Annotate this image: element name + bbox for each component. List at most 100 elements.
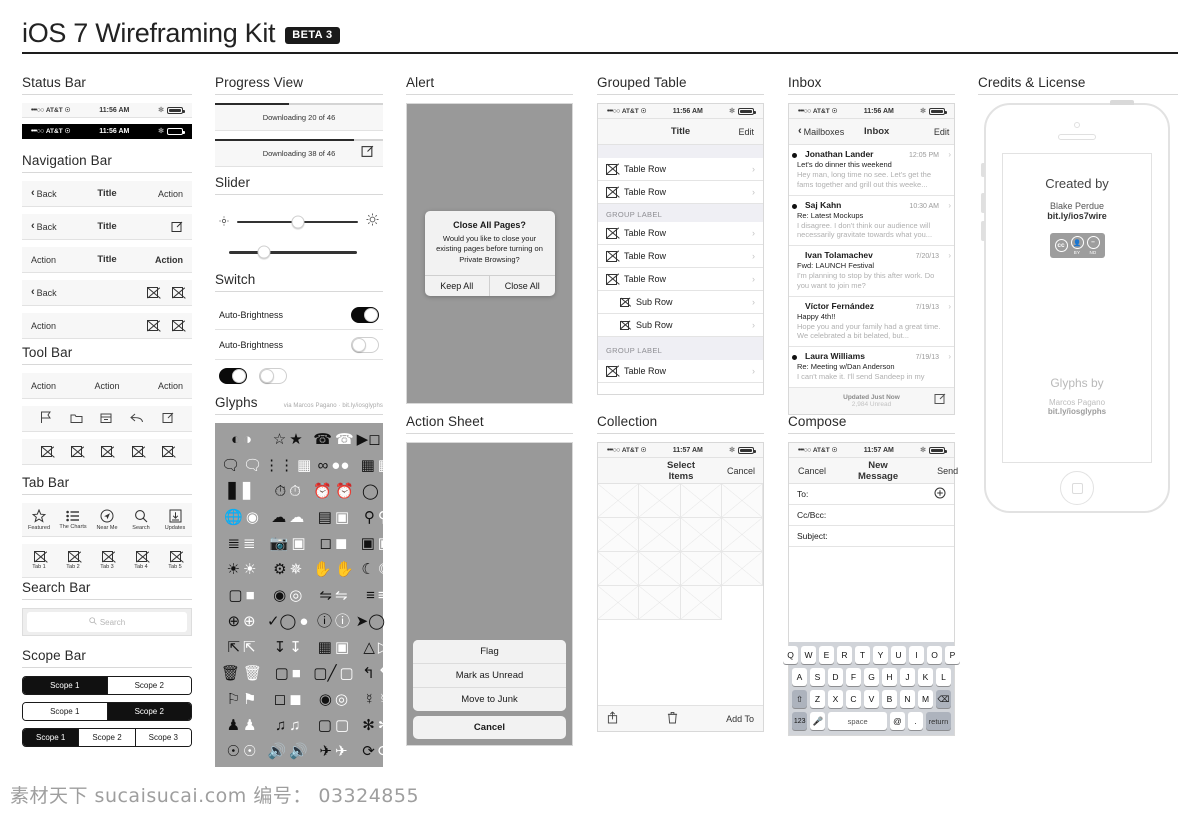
flag-icon[interactable]: ⚐ ⚑ xyxy=(221,688,262,710)
mark-as-unread-button[interactable]: Mark as Unread xyxy=(413,664,566,688)
table-row[interactable]: Table Row › xyxy=(598,158,763,181)
navbar[interactable]: Cancel New Message Send xyxy=(789,458,958,484)
collection-item[interactable] xyxy=(680,552,722,586)
slider-row-2[interactable] xyxy=(215,241,383,264)
action-button-left[interactable]: Action xyxy=(31,255,91,265)
toolbar-icons[interactable] xyxy=(22,406,192,432)
toolbar-action-3[interactable]: Action xyxy=(158,381,183,391)
microphone-icon[interactable]: ☿ ☿ xyxy=(356,688,397,710)
toolbar-action-2[interactable]: Action xyxy=(94,381,119,391)
document-icon[interactable]: ▢ ■ xyxy=(264,662,311,684)
key-a[interactable]: A xyxy=(792,668,807,686)
collection-item[interactable] xyxy=(680,586,722,620)
x-box-icon[interactable] xyxy=(40,446,52,457)
navbar-row-2[interactable]: ‹ Back Title xyxy=(22,214,192,240)
close-all-button[interactable]: Close All xyxy=(489,275,555,296)
key-return[interactable]: return xyxy=(925,712,951,730)
calculator-icon[interactable]: ▦ ▦ xyxy=(356,454,397,476)
key-b[interactable]: B xyxy=(882,690,897,708)
globe-icon[interactable]: 🌐 ◉ xyxy=(221,506,262,528)
slider-knob[interactable] xyxy=(257,245,271,259)
home-button[interactable] xyxy=(1060,471,1094,505)
back-button[interactable]: ‹ Back xyxy=(31,287,91,298)
switch-row-1[interactable]: Auto-Brightness xyxy=(215,300,383,330)
switch-row-2[interactable]: Auto-Brightness xyxy=(215,330,383,360)
table-sub-row[interactable]: Sub Row › xyxy=(598,291,763,314)
scope-segment[interactable]: Scope 2 xyxy=(107,703,191,720)
mail-row[interactable]: › Laura Williams 7/19/13 Re: Meeting w/D… xyxy=(789,347,954,388)
keep-all-button[interactable]: Keep All xyxy=(425,276,490,296)
table-row[interactable]: Table Row › xyxy=(598,268,763,291)
add-to-button[interactable]: Add To xyxy=(726,714,754,724)
navbar-row-4[interactable]: ‹ Back xyxy=(22,280,192,306)
collection-item[interactable] xyxy=(639,586,681,620)
back-button[interactable]: ‹ Back xyxy=(31,221,91,232)
collection-item[interactable] xyxy=(680,518,722,552)
toolbar-action-1[interactable]: Action xyxy=(31,381,56,391)
navbar-row-1[interactable]: ‹ Back Title Action xyxy=(22,181,192,207)
compose-icon[interactable] xyxy=(934,392,946,410)
tab-search[interactable]: Search xyxy=(124,503,158,536)
flag-button[interactable]: Flag xyxy=(413,640,566,664)
folder-icon[interactable]: ◻ ◼ xyxy=(264,688,311,710)
download-box-icon[interactable]: ↧ ↧ xyxy=(264,636,311,658)
share-icon[interactable]: ⇱ ⇱ xyxy=(221,636,262,658)
key-i[interactable]: I xyxy=(909,646,924,664)
flag-icon[interactable] xyxy=(40,411,52,426)
key-h[interactable]: H xyxy=(882,668,897,686)
key-at[interactable]: @ xyxy=(889,712,905,730)
key-e[interactable]: E xyxy=(819,646,834,664)
key-r[interactable]: R xyxy=(837,646,852,664)
contrast-icon[interactable]: ◐ ◑ xyxy=(221,428,262,450)
timer-icon[interactable]: ⏱ ⏱ xyxy=(264,480,311,502)
key-u[interactable]: U xyxy=(891,646,906,664)
loop-icon[interactable]: ⟳ ⟳ xyxy=(356,740,397,762)
toolbar-placeholders[interactable] xyxy=(22,439,192,465)
x-box-icon[interactable] xyxy=(101,446,113,457)
edit-button[interactable]: Edit xyxy=(694,127,754,137)
reply-icon[interactable] xyxy=(130,412,144,426)
x-box-icon[interactable] xyxy=(147,287,158,298)
windows-icon[interactable]: ▣ ▣ xyxy=(356,532,397,554)
airplane-icon[interactable]: ✈ ✈ xyxy=(313,740,353,762)
cancel-button[interactable]: Cancel xyxy=(413,716,566,739)
key-d[interactable]: D xyxy=(828,668,843,686)
clock-icon[interactable]: ◯ ◐ xyxy=(356,480,397,502)
x-box-icon[interactable] xyxy=(147,320,158,331)
grid-dots-icon[interactable]: ⋮⋮ ▦ xyxy=(264,454,311,476)
action-button[interactable]: Action xyxy=(123,189,183,199)
compose-icon[interactable] xyxy=(162,412,174,426)
moon-icon[interactable]: ☾ ☾ xyxy=(356,558,397,580)
camera-icon[interactable]: 📷 ▣ xyxy=(264,532,311,554)
compose-icon[interactable] xyxy=(361,145,374,163)
key-l[interactable]: L xyxy=(936,668,951,686)
alarm-icon[interactable]: ⏰ ⏰ xyxy=(313,480,353,502)
toggle-off[interactable] xyxy=(259,368,287,384)
chat-icon[interactable]: 🗨 🗨 xyxy=(221,454,262,476)
switch-bare-row[interactable] xyxy=(215,360,383,392)
collection-item[interactable] xyxy=(639,552,681,586)
compose-icon[interactable] xyxy=(123,221,183,233)
bluetooth-icon[interactable]: ✻ ✻ xyxy=(356,714,397,736)
collection-item[interactable] xyxy=(639,484,681,518)
x-box-icon[interactable] xyxy=(172,320,183,331)
gear-icon[interactable]: ⚙ ✵ xyxy=(264,558,311,580)
key-s[interactable]: S xyxy=(810,668,825,686)
navbar[interactable]: ‹ Mailboxes Inbox Edit xyxy=(789,119,954,145)
airplay-icon[interactable]: ▢ ▢ xyxy=(313,714,353,736)
key-f[interactable]: F xyxy=(846,668,861,686)
tab-placeholder-2[interactable]: Tab 2 xyxy=(56,544,90,577)
slider-track[interactable] xyxy=(237,215,358,229)
check-circle-icon[interactable]: ✓◯ ● xyxy=(264,610,311,632)
glyph-author-url[interactable]: bit.ly/iosglyphs xyxy=(1013,407,1141,416)
send-button[interactable]: Send xyxy=(898,466,958,476)
volume-icon[interactable]: 🔊 🔊 xyxy=(264,740,311,762)
navbar-placeholder-icons[interactable] xyxy=(123,287,183,298)
navbar-row-5[interactable]: Action xyxy=(22,313,192,339)
key-k[interactable]: K xyxy=(918,668,933,686)
shuffle-icon[interactable]: ⇋ ⇋ xyxy=(313,584,353,606)
x-box-icon[interactable] xyxy=(131,446,143,457)
cancel-button[interactable]: Cancel xyxy=(798,466,858,476)
compose-icon[interactable]: ▢╱ ▢ xyxy=(313,662,353,684)
slider-row-1[interactable] xyxy=(215,203,383,241)
